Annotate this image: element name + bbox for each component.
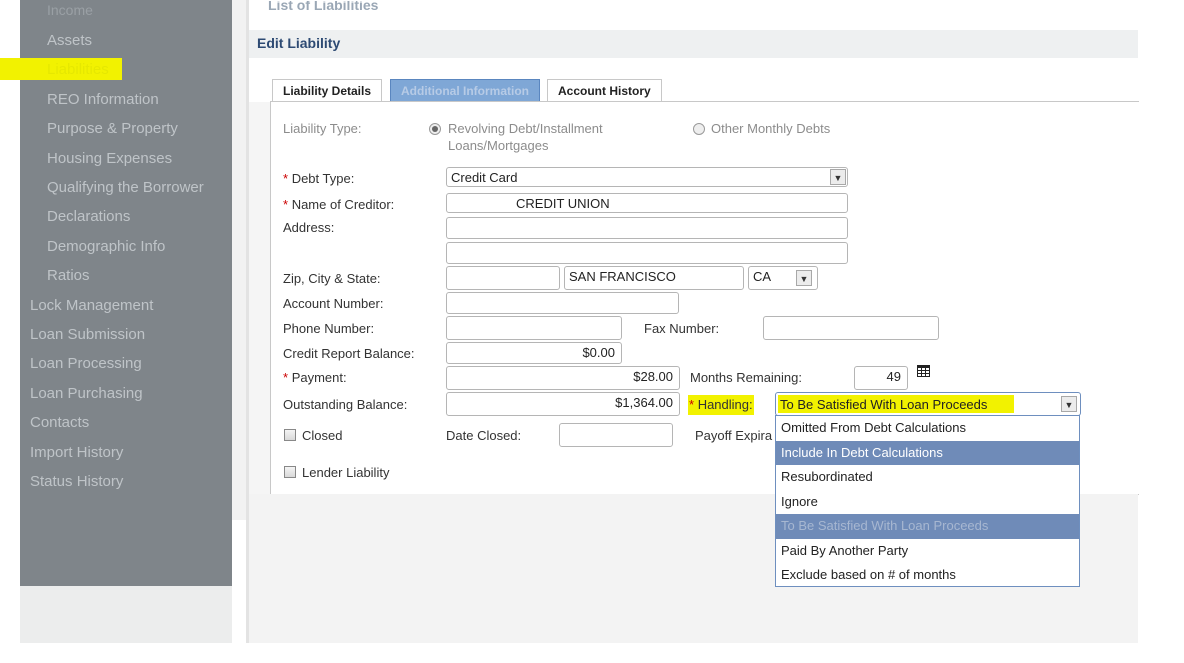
handling-chevron-down-icon[interactable]: ▼: [1061, 396, 1077, 412]
handling-label: * Handling:: [689, 397, 753, 412]
creditor-label: * Name of Creditor:: [283, 197, 395, 212]
outstanding-balance-label: Outstanding Balance:: [283, 397, 408, 412]
sidebar: [20, 0, 232, 586]
liability-type-label: Liability Type:: [283, 121, 362, 136]
radio-revolving-label-1: Revolving Debt/Installment: [448, 121, 603, 136]
tabs-strip: [249, 58, 1138, 102]
edit-liability-header: Edit Liability: [249, 30, 1138, 58]
sidebar-item-purpose-property[interactable]: Purpose & Property: [47, 120, 178, 137]
account-number-input[interactable]: [446, 292, 679, 314]
lender-liability-label: Lender Liability: [302, 465, 390, 480]
sidebar-item-ratios[interactable]: Ratios: [47, 267, 90, 284]
payment-input[interactable]: $28.00: [446, 366, 680, 390]
debt-type-select[interactable]: Credit Card: [446, 167, 848, 187]
sidebar-item-qualifying-borrower[interactable]: Qualifying the Borrower: [47, 179, 204, 196]
handling-option[interactable]: To Be Satisfied With Loan Proceeds: [776, 514, 1079, 539]
sidebar-item-status-history[interactable]: Status History: [30, 473, 123, 490]
account-number-label: Account Number:: [283, 296, 384, 311]
lender-liability-checkbox[interactable]: [284, 466, 296, 478]
chevron-down-icon[interactable]: ▼: [830, 169, 846, 185]
sidebar-item-reo-information[interactable]: REO Information: [47, 91, 159, 108]
phone-label: Phone Number:: [283, 321, 375, 336]
debt-type-label: * Debt Type:: [283, 171, 355, 186]
sidebar-item-liabilities[interactable]: Liabilities: [47, 61, 109, 78]
sidebar-item-lock-management[interactable]: Lock Management: [30, 297, 153, 314]
months-remaining-label: Months Remaining:: [690, 370, 802, 385]
outstanding-balance-input[interactable]: $1,364.00: [446, 392, 680, 416]
sidebar-item-assets[interactable]: Assets: [47, 32, 92, 49]
closed-label: Closed: [302, 428, 343, 443]
payoff-expiration-label: Payoff Expira: [695, 428, 773, 443]
date-closed-label: Date Closed:: [446, 428, 522, 443]
fax-label: Fax Number:: [644, 321, 720, 336]
sidebar-item-declarations[interactable]: Declarations: [47, 208, 130, 225]
phone-input[interactable]: [446, 316, 622, 340]
tab-additional-information[interactable]: Additional Information: [390, 79, 540, 102]
closed-checkbox[interactable]: [284, 429, 296, 441]
address-line2-input[interactable]: [446, 242, 848, 264]
sidebar-item-loan-submission[interactable]: Loan Submission: [30, 326, 145, 343]
sidebar-item-income[interactable]: Income: [47, 2, 93, 18]
sidebar-item-loan-purchasing[interactable]: Loan Purchasing: [30, 385, 143, 402]
handling-option[interactable]: Paid By Another Party: [776, 539, 1079, 564]
address-line1-input[interactable]: [446, 217, 848, 239]
handling-option[interactable]: Resubordinated: [776, 465, 1079, 490]
creditor-input[interactable]: CREDIT UNION: [446, 193, 848, 213]
handling-value: To Be Satisfied With Loan Proceeds: [780, 397, 988, 412]
sidebar-item-demographic-info[interactable]: Demographic Info: [47, 238, 165, 255]
handling-option[interactable]: Ignore: [776, 490, 1079, 515]
payment-label: * Payment:: [283, 370, 347, 385]
sidebar-item-contacts[interactable]: Contacts: [30, 414, 89, 431]
radio-other-monthly[interactable]: [693, 123, 705, 135]
date-closed-input[interactable]: [559, 423, 673, 447]
handling-option[interactable]: Include In Debt Calculations: [776, 440, 1079, 465]
zip-city-state-label: Zip, City & State:: [283, 271, 381, 286]
radio-other-label: Other Monthly Debts: [711, 121, 831, 136]
calendar-icon[interactable]: [917, 365, 930, 377]
list-title: List of Liabilities: [268, 1, 379, 11]
zip-input[interactable]: [446, 266, 560, 290]
splitter: [232, 0, 246, 520]
credit-report-balance-label: Credit Report Balance:: [283, 346, 415, 361]
months-remaining-input[interactable]: 49: [854, 366, 908, 390]
handling-option[interactable]: Exclude based on # of months: [776, 563, 1079, 588]
fax-input[interactable]: [763, 316, 939, 340]
handling-dropdown-list: Omitted From Debt Calculations Include I…: [775, 415, 1080, 587]
tab-account-history[interactable]: Account History: [547, 79, 662, 102]
sidebar-item-loan-processing[interactable]: Loan Processing: [30, 355, 142, 372]
tab-liability-details[interactable]: Liability Details: [272, 79, 383, 102]
page-title: Edit Liability: [257, 35, 341, 51]
sidebar-item-housing-expenses[interactable]: Housing Expenses: [47, 150, 172, 167]
radio-revolving-label-2: Loans/Mortgages: [448, 138, 549, 153]
sidebar-item-import-history[interactable]: Import History: [30, 444, 123, 461]
address-label: Address:: [283, 220, 335, 235]
radio-revolving[interactable]: [429, 123, 441, 135]
state-chevron-down-icon[interactable]: ▼: [796, 270, 812, 286]
handling-option[interactable]: Omitted From Debt Calculations: [776, 416, 1079, 441]
credit-report-balance-input[interactable]: $0.00: [446, 342, 622, 364]
sidebar-footer: [20, 586, 232, 643]
city-input[interactable]: SAN FRANCISCO: [564, 266, 744, 290]
